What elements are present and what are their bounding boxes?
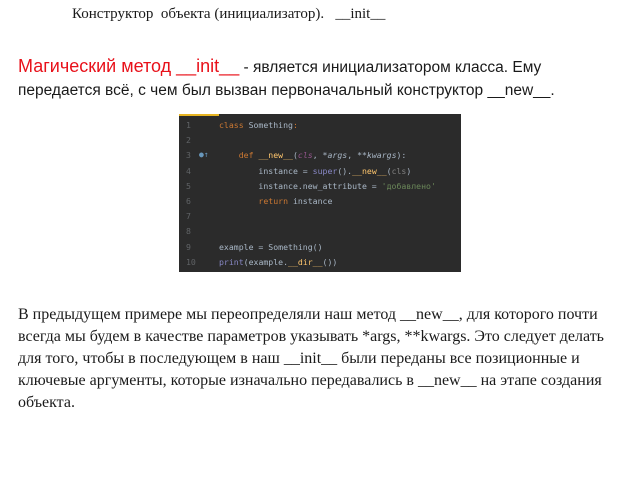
code-token: return bbox=[219, 196, 293, 206]
code-text: example = Something() bbox=[219, 240, 323, 254]
code-token: 'добавлено' bbox=[381, 180, 436, 191]
code-token: Something bbox=[248, 120, 293, 130]
line-number: 10 bbox=[186, 256, 196, 267]
override-gutter-icon: ●↑ bbox=[199, 150, 209, 160]
code-token: instance = bbox=[219, 165, 313, 176]
code-token: def bbox=[219, 150, 259, 161]
line-number: 5 bbox=[186, 180, 191, 191]
line-number: 1 bbox=[186, 120, 191, 130]
code-line: 8 bbox=[179, 224, 461, 238]
code-line: 7 bbox=[179, 209, 461, 223]
line-number: 9 bbox=[186, 241, 191, 252]
code-token: , bbox=[347, 150, 358, 161]
code-token: example = Something() bbox=[219, 241, 323, 252]
code-text: print(example.__dir__()) bbox=[219, 255, 337, 269]
code-token: : bbox=[292, 120, 298, 130]
code-line: 3 ●↑ def __new__(cls, *args, **kwargs): bbox=[179, 148, 461, 162]
code-line: 1 class Something: bbox=[179, 118, 461, 132]
code-token: ): bbox=[396, 150, 407, 161]
code-token: print bbox=[219, 256, 244, 267]
line-number: 4 bbox=[186, 165, 191, 176]
code-line: 9 example = Something() bbox=[179, 240, 461, 254]
intro-highlight: Магический метод __init__ bbox=[18, 56, 240, 76]
code-text: return instance bbox=[219, 194, 332, 208]
code-line: 5 instance.new_attribute = 'добавлено' bbox=[179, 179, 461, 193]
code-text: def __new__(cls, *args, **kwargs): bbox=[219, 148, 407, 162]
line-number: 2 bbox=[186, 135, 191, 146]
code-line: 4 instance = super().__new__(cls) bbox=[179, 164, 461, 178]
code-token: ) bbox=[406, 165, 412, 176]
code-token: (example. bbox=[243, 256, 289, 267]
code-token: (). bbox=[337, 165, 353, 176]
code-token: class bbox=[219, 120, 249, 130]
code-line: 10 print(example.__dir__()) bbox=[179, 255, 461, 269]
code-line: 6 return instance bbox=[179, 194, 461, 208]
code-line: 2 bbox=[179, 133, 461, 147]
code-text: class Something: bbox=[219, 118, 298, 132]
intro-paragraph: Магический метод __init__ - является ини… bbox=[18, 55, 618, 102]
body-paragraph: В предыдущем примере мы переопределяли н… bbox=[18, 306, 604, 411]
code-token: **kwargs bbox=[357, 150, 397, 161]
code-token: __new__ bbox=[258, 150, 293, 161]
slide-title: Конструктор объекта (инициализатор). __i… bbox=[72, 6, 386, 22]
code-text: instance.new_attribute = 'добавлено' bbox=[219, 179, 436, 193]
editor-tab-marker bbox=[179, 114, 219, 116]
code-token: cls bbox=[297, 150, 313, 161]
line-number: 3 bbox=[186, 150, 191, 161]
line-number: 6 bbox=[186, 196, 191, 206]
code-token: __new__ bbox=[352, 165, 387, 176]
code-token: *args bbox=[322, 150, 348, 161]
code-token: , bbox=[312, 150, 323, 161]
code-token: cls bbox=[391, 165, 407, 176]
code-text: instance = super().__new__(cls) bbox=[219, 164, 411, 178]
intro-rest: - является инициализатором класса. Ему bbox=[239, 59, 542, 76]
code-token: instance.new_attribute = bbox=[219, 180, 382, 191]
code-screenshot: 1 class Something: 2 3 ●↑ def __new__(cls, *… bbox=[179, 114, 461, 272]
intro-line2: передается всё, с чем был вызван первона… bbox=[18, 82, 555, 99]
code-token: __dir__ bbox=[288, 256, 323, 267]
code-token: super bbox=[312, 165, 338, 176]
line-number: 7 bbox=[186, 211, 191, 222]
code-token: instance bbox=[292, 196, 333, 206]
line-number: 8 bbox=[186, 226, 191, 237]
code-token: ()) bbox=[322, 256, 338, 267]
